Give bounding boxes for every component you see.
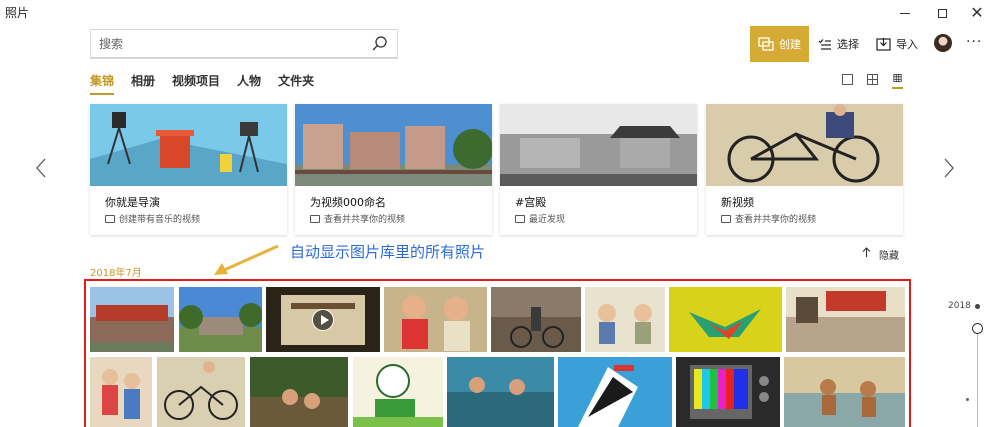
create-label: 创建 — [779, 38, 801, 51]
import-icon — [876, 38, 891, 51]
timeline-track[interactable] — [977, 330, 978, 427]
select-icon — [818, 38, 831, 50]
tab-video-projects[interactable]: 视频项目 — [172, 72, 220, 92]
carousel-prev-button[interactable] — [36, 158, 46, 184]
card-title: 为视频000命名 — [310, 196, 386, 209]
chevron-left-icon — [36, 158, 46, 178]
minimize-icon — [900, 12, 910, 14]
photo-thumbnail[interactable] — [784, 357, 905, 427]
photo-thumbnail[interactable] — [491, 287, 581, 352]
card-director[interactable]: 你就是导演 创建带有音乐的视频 — [90, 104, 287, 235]
card-palace[interactable]: #宫殿 最近发现 — [500, 104, 697, 235]
create-button[interactable]: 创建 — [750, 26, 809, 62]
video-icon — [310, 214, 320, 223]
photo-thumbnail[interactable] — [585, 287, 665, 352]
photo-thumbnail[interactable] — [179, 287, 262, 352]
carousel-next-button[interactable] — [944, 158, 954, 184]
card-subtitle: 查看并共享你的视频 — [310, 212, 405, 225]
card-image — [500, 104, 697, 186]
maximize-button[interactable] — [922, 0, 962, 26]
photo-thumbnail[interactable] — [676, 357, 780, 427]
month-header: 2018年7月 — [90, 268, 142, 279]
photo-thumbnail[interactable] — [786, 287, 905, 352]
video-thumbnail[interactable] — [266, 287, 380, 352]
card-video-000[interactable]: 为视频000命名 查看并共享你的视频 — [295, 104, 492, 235]
photo-thumbnail[interactable] — [669, 287, 782, 352]
card-image — [295, 104, 492, 186]
annotation-arrow — [214, 244, 279, 275]
tab-bar: 集锦 相册 视频项目 人物 文件夹 — [90, 72, 331, 95]
photo-thumbnail[interactable] — [447, 357, 554, 427]
import-button[interactable]: 导入 — [876, 33, 918, 55]
avatar[interactable] — [934, 34, 952, 52]
arrow-up-icon — [862, 247, 871, 257]
photo-thumbnail[interactable] — [353, 357, 443, 427]
card-title: 你就是导演 — [105, 196, 160, 209]
annotation-text: 自动显示图片库里的所有照片 — [290, 243, 486, 261]
search-input[interactable] — [99, 35, 359, 53]
chevron-right-icon — [944, 158, 954, 178]
card-title: #宫殿 — [515, 196, 547, 209]
video-icon — [721, 214, 731, 223]
card-subtitle: 查看并共享你的视频 — [721, 212, 816, 225]
close-button[interactable]: ✕ — [957, 0, 988, 26]
medium-view-icon[interactable] — [867, 74, 878, 85]
window-title: 照片 — [5, 6, 30, 20]
video-icon — [105, 214, 115, 223]
timeline-year: 2018 — [948, 301, 971, 311]
photo-thumbnail[interactable] — [90, 357, 152, 427]
large-view-icon[interactable] — [842, 74, 853, 85]
more-options-button[interactable]: ··· — [966, 34, 982, 50]
card-new-video[interactable]: 新视频 查看并共享你的视频 — [706, 104, 903, 235]
view-size-switcher — [842, 74, 903, 89]
search-icon[interactable] — [371, 35, 389, 53]
hide-button[interactable]: 隐藏 — [862, 247, 899, 262]
maximize-icon — [937, 8, 947, 18]
tab-albums[interactable]: 相册 — [131, 72, 155, 92]
photo-thumbnail[interactable] — [558, 357, 672, 427]
timeline-scrubber-handle[interactable] — [972, 323, 983, 334]
tab-highlights[interactable]: 集锦 — [90, 72, 115, 95]
small-view-icon[interactable] — [892, 74, 903, 89]
photo-thumbnail[interactable] — [384, 287, 487, 352]
card-subtitle: 最近发现 — [515, 212, 565, 225]
minimize-button[interactable] — [885, 0, 925, 26]
timeline-year-marker[interactable] — [975, 304, 980, 309]
title-bar: 照片 ✕ — [0, 0, 988, 26]
play-icon[interactable] — [312, 308, 334, 331]
photo-thumbnail[interactable] — [157, 357, 245, 427]
card-subtitle: 创建带有音乐的视频 — [105, 212, 200, 225]
select-label: 选择 — [837, 38, 859, 51]
photo-thumbnail[interactable] — [250, 357, 348, 427]
photos-app: 照片 ✕ 创建 选择 导入 ··· — [0, 0, 988, 427]
photo-thumbnail[interactable] — [90, 287, 174, 352]
tab-people[interactable]: 人物 — [237, 72, 261, 92]
select-button[interactable]: 选择 — [818, 33, 859, 55]
close-icon: ✕ — [970, 3, 984, 22]
create-icon — [758, 37, 774, 51]
timeline-month-marker[interactable] — [966, 398, 969, 401]
import-label: 导入 — [896, 38, 918, 51]
card-image — [706, 104, 903, 186]
card-image — [90, 104, 287, 186]
tab-folders[interactable]: 文件夹 — [278, 72, 314, 92]
tag-icon — [515, 214, 525, 223]
card-title: 新视频 — [721, 196, 754, 209]
search-box[interactable] — [90, 29, 398, 59]
hide-label: 隐藏 — [879, 251, 899, 262]
